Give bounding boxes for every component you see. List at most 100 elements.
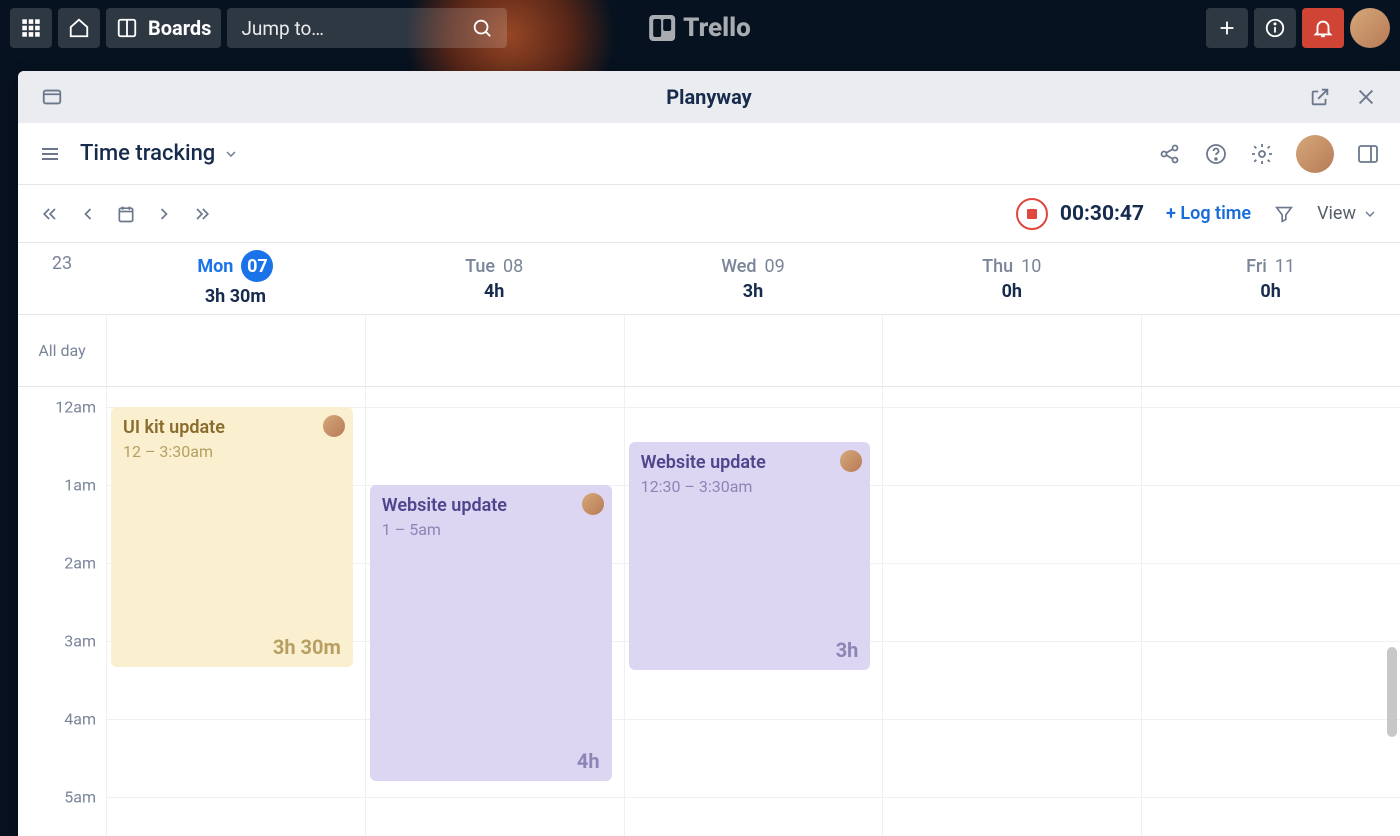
boards-button[interactable]: Boards: [106, 8, 221, 48]
settings-button[interactable]: [1250, 142, 1274, 166]
search-placeholder: Jump to…: [241, 17, 471, 40]
calendar-icon: [116, 204, 136, 224]
day-header-thu[interactable]: Thu10 0h: [882, 243, 1141, 314]
boards-label: Boards: [148, 16, 211, 40]
calendar-header: 23 Mon07 3h 30m Tue08 4h Wed09 3h Thu10 …: [18, 243, 1400, 315]
view-selector[interactable]: Time tracking: [80, 141, 239, 166]
apps-menu-button[interactable]: [10, 8, 52, 48]
calendar-button[interactable]: [116, 204, 136, 224]
event-duration: 3h 30m: [273, 635, 341, 659]
hour-label: 3am: [64, 632, 96, 651]
time-nav-bar: 00:30:47 + Log time View: [18, 185, 1400, 243]
allday-cell[interactable]: [624, 315, 883, 386]
timer-value: 00:30:47: [1060, 202, 1144, 226]
hour-label: 1am: [64, 476, 96, 495]
info-button[interactable]: [1254, 8, 1296, 48]
event-card[interactable]: UI kit update 12 – 3:30am 3h 30m: [111, 407, 353, 667]
chevron-right-icon: [154, 204, 174, 224]
hour-label: 4am: [64, 710, 96, 729]
day-header-wed[interactable]: Wed09 3h: [624, 243, 883, 314]
event-avatar: [840, 450, 862, 472]
stop-timer-button[interactable]: [1016, 198, 1048, 230]
hour-label: 12am: [55, 398, 96, 417]
share-button[interactable]: [1158, 142, 1182, 166]
event-avatar: [323, 415, 345, 437]
help-button[interactable]: [1204, 142, 1228, 166]
close-icon: [1355, 86, 1377, 108]
view-mode-label: View: [1317, 203, 1356, 224]
window-frame-icon: [41, 86, 63, 108]
prev-week-button[interactable]: [40, 204, 60, 224]
plus-icon: [1216, 17, 1238, 39]
chevron-down-icon: [1362, 206, 1378, 222]
prev-day-button[interactable]: [78, 204, 98, 224]
log-time-button[interactable]: + Log time: [1166, 203, 1251, 224]
double-chevron-left-icon: [40, 204, 60, 224]
event-duration: 3h: [836, 638, 859, 662]
event-avatar: [582, 493, 604, 515]
hamburger-button[interactable]: [38, 142, 62, 166]
day-column-thu[interactable]: [882, 387, 1141, 836]
scrollbar-thumb[interactable]: [1387, 647, 1397, 737]
allday-label: All day: [18, 315, 106, 386]
planyway-avatar[interactable]: [1296, 135, 1334, 173]
day-header-fri[interactable]: Fri11 0h: [1141, 243, 1400, 314]
side-panel-button[interactable]: [1356, 142, 1380, 166]
event-card[interactable]: Website update 12:30 – 3:30am 3h: [629, 442, 871, 670]
allday-cell[interactable]: [882, 315, 1141, 386]
event-title: Website update: [641, 452, 859, 473]
side-panel-icon: [1356, 142, 1380, 166]
notifications-button[interactable]: [1302, 8, 1344, 48]
allday-cell[interactable]: [365, 315, 624, 386]
user-avatar[interactable]: [1350, 8, 1390, 48]
home-button[interactable]: [58, 8, 100, 48]
home-icon: [68, 17, 90, 39]
day-header-tue[interactable]: Tue08 4h: [365, 243, 624, 314]
modal-title: Planyway: [666, 85, 751, 109]
search-icon: [471, 17, 493, 39]
day-total: 0h: [1002, 281, 1022, 302]
allday-cell[interactable]: [1141, 315, 1400, 386]
modal-header: Planyway: [18, 71, 1400, 123]
filter-button[interactable]: [1273, 203, 1295, 225]
search-bar[interactable]: Jump to…: [227, 8, 507, 48]
next-week-button[interactable]: [192, 204, 212, 224]
allday-cell[interactable]: [106, 315, 365, 386]
next-day-button[interactable]: [154, 204, 174, 224]
week-number: 23: [18, 243, 106, 314]
time-grid: 12am 1am 2am 3am 4am 5am UI kit updat: [18, 387, 1400, 836]
apps-grid-icon: [20, 17, 42, 39]
stop-icon: [1027, 209, 1037, 219]
info-icon: [1264, 17, 1286, 39]
event-title: UI kit update: [123, 417, 341, 438]
trello-mark-icon: [649, 15, 675, 41]
day-column-fri[interactable]: [1141, 387, 1400, 836]
timer-display: 00:30:47: [1016, 198, 1144, 230]
allday-row: All day: [18, 315, 1400, 387]
day-column-mon[interactable]: UI kit update 12 – 3:30am 3h 30m: [106, 387, 365, 836]
chevron-left-icon: [78, 204, 98, 224]
hour-gutter: 12am 1am 2am 3am 4am 5am: [18, 387, 106, 836]
event-card[interactable]: Website update 1 – 5am 4h: [370, 485, 612, 781]
day-total: 3h: [743, 281, 763, 302]
event-title: Website update: [382, 495, 600, 516]
view-mode-button[interactable]: View: [1317, 203, 1378, 224]
filter-icon: [1273, 203, 1295, 225]
share-icon: [1158, 142, 1182, 166]
planyway-toolbar: Time tracking: [18, 123, 1400, 185]
create-button[interactable]: [1206, 8, 1248, 48]
event-time: 1 – 5am: [382, 520, 600, 539]
bell-icon: [1312, 17, 1334, 39]
day-column-wed[interactable]: Website update 12:30 – 3:30am 3h: [624, 387, 883, 836]
event-time: 12:30 – 3:30am: [641, 477, 859, 496]
day-header-mon[interactable]: Mon07 3h 30m: [106, 243, 365, 314]
day-total: 0h: [1260, 281, 1280, 302]
gear-icon: [1250, 142, 1274, 166]
open-new-button[interactable]: [1304, 81, 1336, 113]
board-icon: [116, 17, 138, 39]
day-column-tue[interactable]: Website update 1 – 5am 4h: [365, 387, 624, 836]
double-chevron-right-icon: [192, 204, 212, 224]
close-button[interactable]: [1350, 81, 1382, 113]
window-icon[interactable]: [36, 81, 68, 113]
hour-label: 5am: [64, 788, 96, 807]
